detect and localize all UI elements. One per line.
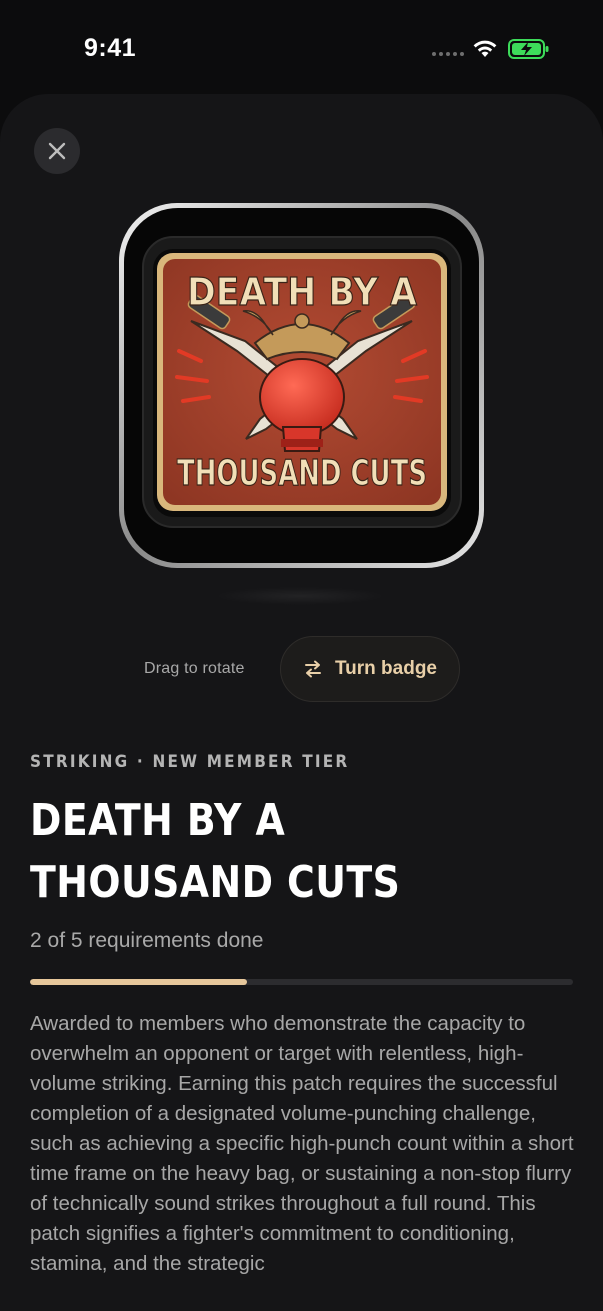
turn-badge-label: Turn badge bbox=[334, 658, 438, 679]
battery-charging-icon bbox=[508, 39, 549, 59]
requirements-status: 2 of 5 requirements done bbox=[30, 929, 264, 952]
drag-hint: Drag to rotate bbox=[144, 660, 245, 677]
rotate-controls: Drag to rotate Turn badge bbox=[0, 636, 603, 702]
badge-3d-viewer[interactable]: DEATH BY A THOUSAND CUTS bbox=[117, 201, 486, 570]
close-icon bbox=[48, 142, 66, 160]
turn-badge-button[interactable]: Turn badge bbox=[280, 636, 460, 702]
badge-artwork: DEATH BY A THOUSAND CUTS bbox=[119, 203, 484, 568]
badge-top-text: DEATH BY A bbox=[187, 270, 418, 314]
close-button[interactable] bbox=[34, 128, 80, 174]
progress-fill bbox=[30, 979, 248, 985]
badge-bottom-text: THOUSAND CUTS bbox=[177, 453, 427, 494]
badge-description: Awarded to members who demonstrate the c… bbox=[30, 1012, 574, 1275]
swap-arrows-icon bbox=[304, 660, 321, 678]
status-bar: 9:41 bbox=[0, 0, 603, 96]
badge-title: DEATH BY A THOUSAND CUTS bbox=[30, 795, 401, 908]
wifi-icon bbox=[473, 40, 497, 57]
requirements-progress-bar bbox=[30, 979, 573, 985]
status-time: 9:41 bbox=[84, 34, 137, 62]
badge-shadow bbox=[215, 587, 385, 605]
tier-label: STRIKING · NEW MEMBER TIER bbox=[30, 752, 350, 772]
badge-detail-sheet: DEATH BY A THOUSAND CUTS Drag to rotate … bbox=[0, 94, 603, 1311]
cellular-signal-icon bbox=[432, 52, 464, 58]
